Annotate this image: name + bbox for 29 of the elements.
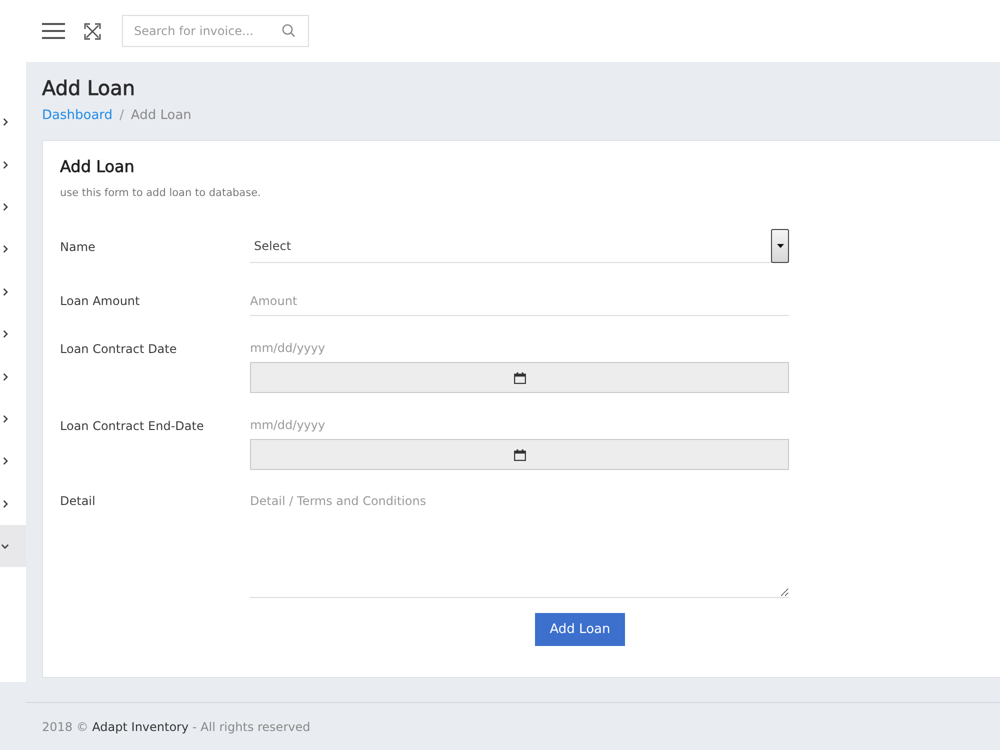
select-field[interactable]: Select — [250, 230, 789, 263]
field-label: Loan Contract Date — [60, 341, 177, 358]
date-field[interactable]: mm/dd/yyyy — [250, 410, 789, 439]
calendar-icon — [514, 372, 526, 384]
breadcrumb-current: Add Loan — [130, 107, 192, 125]
search-field[interactable]: Search for invoice... — [122, 15, 309, 47]
card-subtitle: use this form to add loan to database. — [60, 186, 261, 201]
footer-text: 2018 © Adapt Inventory - All rights reserved — [42, 719, 310, 736]
caret-icon — [776, 244, 784, 248]
sidebar-item[interactable] — [0, 524, 26, 568]
detail-field[interactable]: Detail / Terms and Conditions — [250, 487, 789, 598]
card-title: Add Loan — [60, 156, 134, 178]
menu-icon[interactable] — [42, 23, 65, 39]
calendar-button[interactable] — [250, 439, 789, 470]
field-label: Loan Amount — [60, 293, 140, 310]
field-label: Loan Contract End-Date — [60, 418, 204, 435]
field-label: Name — [60, 239, 96, 256]
calendar-icon — [514, 448, 526, 460]
date-field[interactable]: mm/dd/yyyy — [250, 333, 789, 362]
add-loan-button[interactable]: Add Loan — [535, 613, 625, 646]
calendar-button[interactable] — [250, 362, 789, 393]
breadcrumb-separator: / — [120, 107, 124, 125]
dropdown-button[interactable] — [771, 228, 789, 262]
page-title: Add Loan — [42, 75, 136, 101]
amount-field[interactable]: Amount — [250, 286, 789, 316]
fullscreen-icon[interactable] — [84, 22, 101, 40]
footer-link[interactable]: Adapt Inventory — [92, 720, 189, 734]
search-icon — [282, 24, 295, 37]
field-label: Detail — [60, 493, 96, 510]
